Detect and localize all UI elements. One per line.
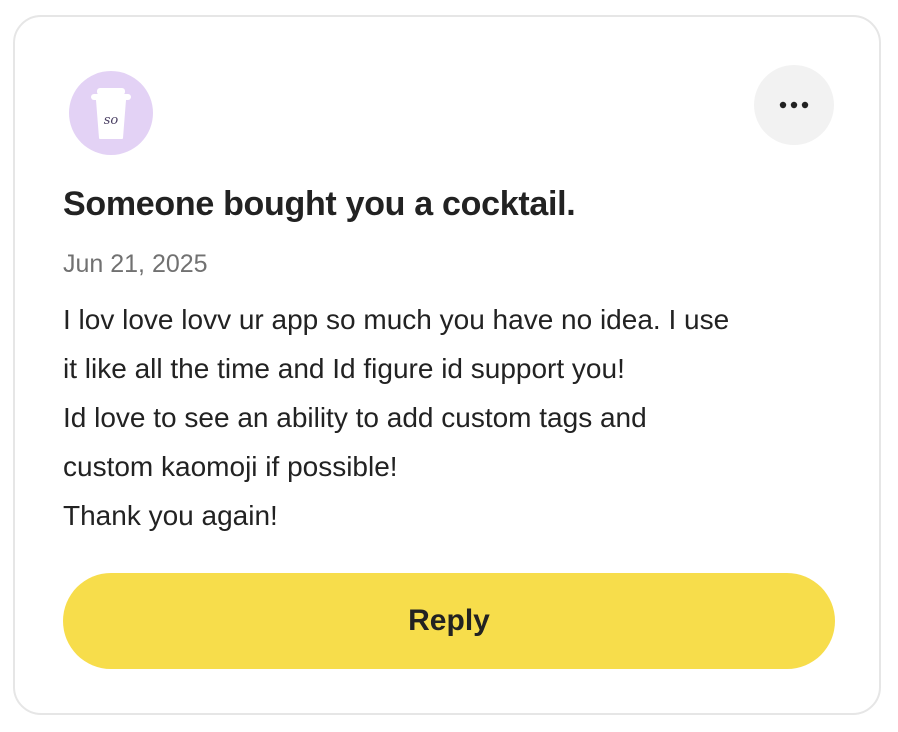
coffee-cup-icon: so (91, 88, 131, 139)
support-card: so Someone bought you a cocktail. Jun 21… (13, 15, 881, 715)
more-options-button[interactable] (754, 65, 834, 145)
more-horizontal-icon (779, 101, 809, 109)
message-date: Jun 21, 2025 (63, 250, 208, 278)
message-line: Id love to see an ability to add custom … (63, 402, 647, 433)
reply-button[interactable]: Reply (63, 573, 835, 669)
avatar-initials: so (104, 113, 119, 128)
card-title: Someone bought you a cocktail. (63, 185, 576, 223)
message-line: custom kaomoji if possible! (63, 451, 398, 482)
message-line: it like all the time and Id figure id su… (63, 353, 625, 384)
avatar: so (69, 71, 153, 155)
message-line: Thank you again! (63, 500, 278, 531)
message-line: I lov love lovv ur app so much you have … (63, 304, 730, 335)
message-body: I lov love lovv ur app so much you have … (63, 295, 833, 540)
